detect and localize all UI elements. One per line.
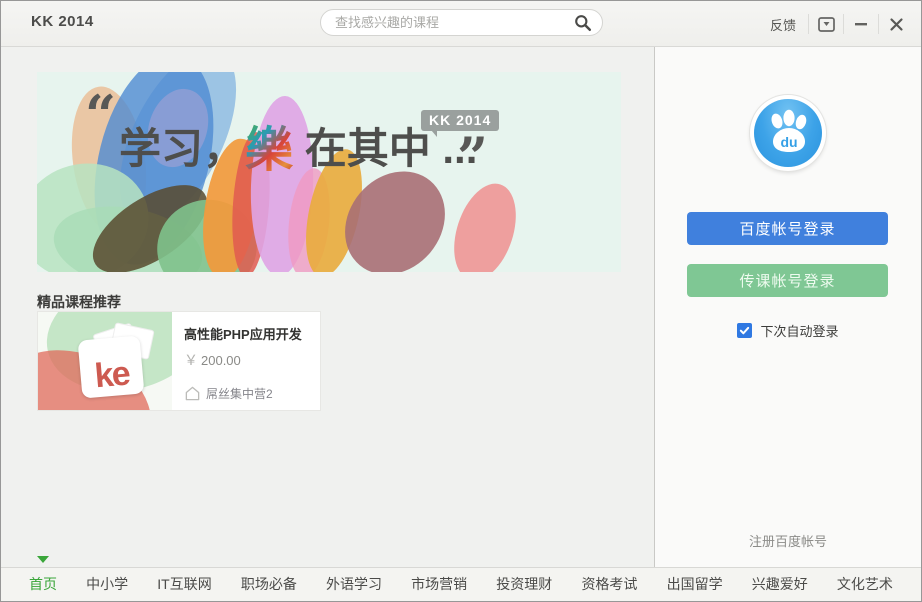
divider — [843, 14, 844, 34]
nav-active-marker-icon — [37, 556, 49, 563]
auto-login-label[interactable]: 下次自动登录 — [760, 321, 838, 340]
auto-login-checkbox[interactable] — [737, 323, 753, 338]
slogan-suffix: 在其中 ... — [293, 125, 478, 172]
nav-tab-1[interactable]: 首页 — [29, 556, 57, 601]
section-title: 精品课程推荐 — [37, 294, 121, 310]
course-price: ￥ 200.00 — [184, 350, 308, 370]
open-quote-mark: “ — [85, 83, 117, 147]
window-controls: 反馈 — [760, 1, 911, 47]
course-info: 高性能PHP应用开发 ￥ 200.00 屌丝集中营2 — [172, 312, 320, 410]
register-link[interactable]: 注册百度帐号 — [655, 531, 921, 550]
minimize-icon[interactable] — [846, 10, 876, 38]
nav-tab-9[interactable]: 出国留学 — [667, 568, 723, 601]
nav-tab-8[interactable]: 资格考试 — [581, 568, 637, 601]
baidu-login-button[interactable]: 百度帐号登录 — [687, 212, 888, 245]
slogan-prefix: 学习， — [119, 125, 246, 172]
title-bar: KK 2014 反馈 — [1, 1, 921, 47]
feedback-button[interactable]: 反馈 — [760, 11, 806, 38]
close-icon[interactable] — [881, 10, 911, 38]
search-input[interactable] — [335, 15, 572, 30]
nav-tab-4[interactable]: 职场必备 — [241, 568, 297, 601]
nav-tab-11[interactable]: 文化艺术 — [837, 568, 893, 601]
search-box[interactable] — [320, 9, 603, 36]
course-card[interactable]: ke 高性能PHP应用开发 ￥ 200.00 屌丝集中营2 — [37, 311, 321, 411]
price-value: 200.00 — [201, 353, 241, 368]
course-provider: 屌丝集中营2 — [184, 385, 308, 402]
banner-petal — [442, 175, 528, 272]
currency-symbol: ￥ — [184, 352, 198, 368]
app-window: KK 2014 反馈 — [0, 0, 922, 602]
nav-tab-7[interactable]: 投资理财 — [496, 568, 552, 601]
divider — [808, 14, 809, 34]
course-thumbnail: ke — [38, 312, 172, 410]
nav-tab-3[interactable]: IT互联网 — [157, 568, 211, 601]
nav-tab-6[interactable]: 市场营销 — [411, 568, 467, 601]
chuanke-login-button[interactable]: 传课帐号登录 — [687, 264, 888, 297]
login-panel: du 百度帐号登录 传课帐号登录 下次自动登录 注册百度帐号 — [655, 47, 921, 567]
content-area: “ 学习，樂 在其中 ... ” KK 2014 精品课程推荐 ke 高性能PH… — [1, 47, 921, 567]
banner-carousel[interactable]: “ 学习，樂 在其中 ... ” KK 2014 — [37, 72, 621, 272]
nav-tab-5[interactable]: 外语学习 — [326, 568, 382, 601]
check-icon — [740, 326, 750, 335]
baidu-du-text: du — [780, 134, 797, 150]
banner-version-badge: KK 2014 — [421, 110, 500, 137]
auto-login-row: 下次自动登录 — [655, 321, 921, 340]
chuanke-logo: ke — [77, 335, 145, 399]
baidu-logo-icon: du — [750, 95, 826, 171]
nav-tab-10[interactable]: 兴趣爱好 — [752, 568, 808, 601]
search-icon[interactable] — [572, 12, 594, 34]
close-quote-mark: ” — [457, 125, 489, 189]
baidu-paw-icon: du — [754, 99, 822, 167]
bottom-nav: 首页 中小学 IT互联网 职场必备 外语学习 市场营销 投资理财 资格考试 出国留学 兴趣爱好 文化… — [1, 556, 921, 601]
course-title: 高性能PHP应用开发 — [184, 327, 302, 342]
provider-name: 屌丝集中营2 — [206, 387, 273, 401]
app-title: KK 2014 — [31, 13, 94, 30]
divider — [878, 14, 879, 34]
nav-tab-2[interactable]: 中小学 — [86, 568, 128, 601]
window-menu-icon[interactable] — [811, 10, 841, 38]
slogan-highlight: 樂 — [245, 124, 294, 177]
chuanke-logo-text: ke — [93, 354, 131, 396]
main-panel: “ 学习，樂 在其中 ... ” KK 2014 精品课程推荐 ke 高性能PH… — [1, 47, 655, 567]
home-icon — [185, 386, 200, 401]
